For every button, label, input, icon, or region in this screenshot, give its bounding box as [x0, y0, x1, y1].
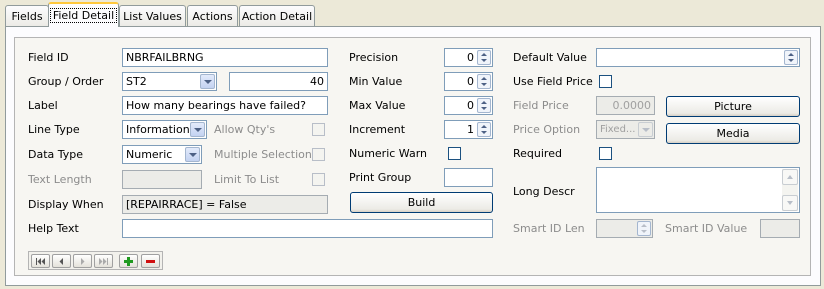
delete-record-button[interactable]: [141, 254, 160, 268]
tab-field-detail-label: Field Detail: [49, 8, 118, 23]
long-descr-label: Long Descr: [513, 185, 575, 198]
chevron-down-icon[interactable]: [185, 147, 200, 162]
price-option-value: Fixed...: [600, 124, 636, 135]
print-group-label: Print Group: [349, 171, 412, 184]
build-button[interactable]: Build: [350, 192, 493, 213]
last-icon: [99, 257, 108, 265]
display-when-label: Display When: [28, 198, 104, 211]
group-select-value: ST2: [126, 75, 147, 88]
prev-record-button[interactable]: [52, 254, 71, 268]
line-type-label: Line Type: [28, 123, 80, 136]
spin-arrows-icon[interactable]: [477, 50, 491, 65]
smart-id-len-spinner[interactable]: [596, 219, 653, 238]
precision-label: Precision: [349, 51, 399, 64]
max-value-spinner[interactable]: 0: [444, 96, 493, 115]
max-value-value: 0: [467, 99, 474, 112]
required-checkbox[interactable]: [599, 147, 612, 160]
increment-value: 1: [467, 123, 474, 136]
data-type-label: Data Type: [28, 148, 84, 161]
data-type-select[interactable]: Numeric: [122, 145, 202, 164]
text-length-input[interactable]: [122, 170, 202, 189]
media-button[interactable]: Media: [666, 123, 800, 144]
chevron-down-icon[interactable]: [638, 122, 653, 137]
first-record-button[interactable]: [31, 254, 50, 268]
line-type-select[interactable]: Information: [122, 120, 207, 139]
add-record-button[interactable]: [119, 254, 138, 268]
scroll-down-icon[interactable]: [782, 195, 798, 211]
line-type-value: Information: [126, 123, 190, 136]
tab-list-values-label: List Values: [123, 9, 182, 23]
display-when-input[interactable]: [REPAIRRACE] = False: [122, 195, 328, 214]
precision-spinner[interactable]: 0: [444, 48, 493, 67]
group-select[interactable]: ST2: [122, 72, 217, 91]
prev-icon: [59, 257, 63, 265]
field-id-label: Field ID: [28, 51, 69, 64]
field-price-label: Field Price: [513, 99, 569, 112]
next-record-button[interactable]: [73, 254, 92, 268]
smart-id-value-input[interactable]: [760, 219, 800, 238]
price-option-label: Price Option: [513, 123, 581, 136]
spin-arrows-icon[interactable]: [477, 98, 491, 113]
tab-actions[interactable]: Actions: [187, 5, 238, 26]
long-descr-scrollbar[interactable]: [782, 169, 798, 211]
field-id-input[interactable]: NBRFAILBRNG: [122, 48, 328, 67]
increment-spinner[interactable]: 1: [444, 120, 493, 139]
spin-arrows-icon[interactable]: [477, 122, 491, 137]
smart-id-len-label: Smart ID Len: [513, 222, 585, 235]
price-option-select[interactable]: Fixed...: [596, 120, 655, 139]
tab-fields-label: Fields: [11, 9, 43, 23]
help-text-label: Help Text: [28, 222, 79, 235]
delete-icon: [146, 259, 155, 263]
text-length-label: Text Length: [28, 173, 92, 186]
tab-action-detail-label: Action Detail: [241, 9, 313, 23]
last-record-button[interactable]: [94, 254, 113, 268]
help-text-input[interactable]: [122, 219, 493, 238]
multiple-selections-checkbox[interactable]: [312, 148, 325, 161]
order-input[interactable]: 40: [229, 72, 328, 91]
smart-id-value-label: Smart ID Value: [665, 222, 748, 235]
label-field-label: Label: [28, 99, 58, 112]
picture-button[interactable]: Picture: [666, 96, 800, 117]
chevron-down-icon[interactable]: [200, 74, 215, 89]
tab-actions-label: Actions: [192, 9, 233, 23]
add-icon: [124, 256, 133, 266]
label-input[interactable]: How many bearings have failed?: [122, 96, 328, 115]
print-group-input[interactable]: [444, 168, 493, 187]
next-icon: [81, 257, 85, 265]
min-value-spinner[interactable]: 0: [444, 72, 493, 91]
data-type-value: Numeric: [126, 148, 173, 161]
spin-arrows-icon[interactable]: [477, 74, 491, 89]
use-field-price-checkbox[interactable]: [599, 75, 612, 88]
increment-label: Increment: [349, 123, 406, 136]
numeric-warn-label: Numeric Warn: [349, 147, 428, 160]
field-price-input[interactable]: 0.0000: [596, 96, 655, 115]
min-value-value: 0: [467, 75, 474, 88]
allow-qtys-checkbox[interactable]: [312, 123, 325, 136]
limit-to-list-checkbox[interactable]: [312, 173, 325, 186]
tab-action-detail[interactable]: Action Detail: [239, 5, 315, 26]
default-value-label: Default Value: [513, 51, 587, 64]
limit-to-list-label: Limit To List: [214, 173, 280, 186]
record-navigator: [28, 251, 163, 270]
precision-value: 0: [467, 51, 474, 64]
tab-field-detail[interactable]: Field Detail: [48, 2, 119, 27]
max-value-label: Max Value: [349, 99, 406, 112]
first-icon: [36, 257, 45, 265]
use-field-price-label: Use Field Price: [513, 75, 593, 88]
min-value-label: Min Value: [349, 75, 403, 88]
allow-qtys-label: Allow Qty's: [214, 123, 276, 136]
multiple-selections-label: Multiple Selections: [214, 148, 318, 161]
long-descr-memo[interactable]: [596, 167, 800, 213]
spin-arrows-icon[interactable]: [637, 221, 651, 236]
chevron-down-icon[interactable]: [190, 122, 205, 137]
default-value-spinner[interactable]: [596, 48, 800, 67]
spin-arrows-icon[interactable]: [784, 50, 798, 65]
scroll-up-icon[interactable]: [782, 169, 798, 185]
required-label: Required: [513, 147, 562, 160]
tab-list-values[interactable]: List Values: [119, 5, 186, 26]
tab-fields[interactable]: Fields: [5, 5, 49, 26]
group-order-label: Group / Order: [28, 75, 104, 88]
numeric-warn-checkbox[interactable]: [448, 147, 461, 160]
